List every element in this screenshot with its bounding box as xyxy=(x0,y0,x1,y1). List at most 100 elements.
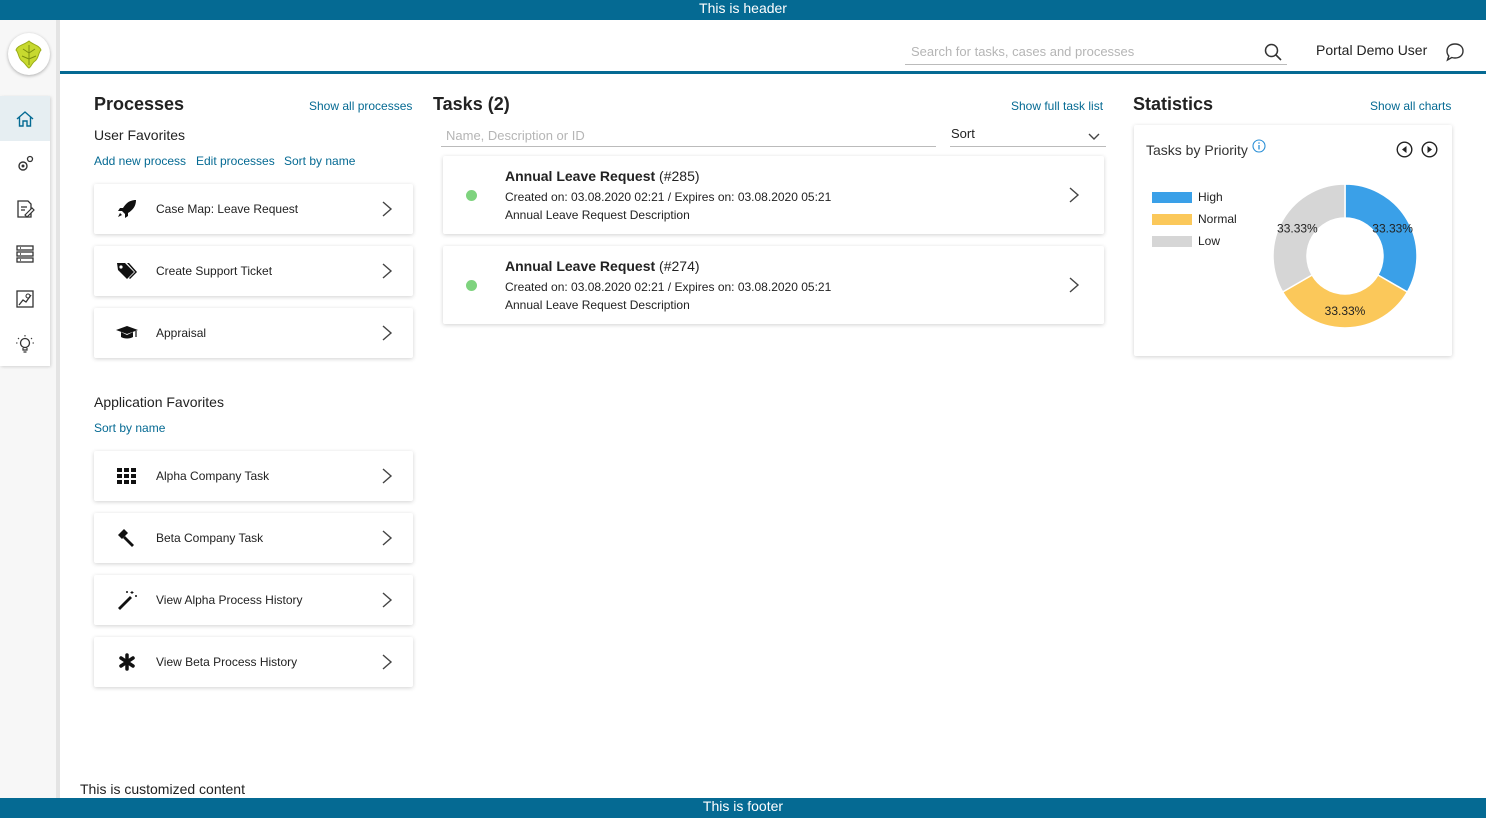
favorite-label: Alpha Company Task xyxy=(156,469,270,483)
favorite-label: View Beta Process History xyxy=(156,655,298,669)
task-description: Annual Leave Request Description xyxy=(505,208,690,222)
chevron-right-icon xyxy=(1069,187,1080,203)
processes-title: Processes xyxy=(94,94,185,114)
edit-processes-link[interactable]: Edit processes xyxy=(196,154,275,168)
sidebar-item-statistics[interactable] xyxy=(0,276,50,321)
sidebar-item-home[interactable] xyxy=(0,96,50,141)
chevron-right-icon xyxy=(382,468,393,484)
global-search-input[interactable] xyxy=(905,40,1245,62)
chevron-right-icon xyxy=(382,263,393,279)
donut-slice-normal[interactable] xyxy=(1281,273,1409,329)
home-icon xyxy=(16,110,34,127)
sidebar xyxy=(0,20,60,798)
sidebar-item-tasks[interactable] xyxy=(0,186,50,231)
application-favorite-item[interactable]: View Beta Process History xyxy=(94,637,413,687)
application-favorite-item[interactable]: View Alpha Process History xyxy=(94,575,413,625)
donut-data-label: 33.33% xyxy=(1372,222,1413,236)
chevron-right-icon xyxy=(382,325,393,341)
search-icon[interactable] xyxy=(1263,42,1283,62)
user-name[interactable]: Portal Demo User xyxy=(1316,42,1427,58)
task-title: Annual Leave Request (#274) xyxy=(505,258,700,274)
top-bar: Portal Demo User xyxy=(60,20,1486,74)
sort-by-name-link[interactable]: Sort by name xyxy=(284,154,355,168)
legend-swatch xyxy=(1152,192,1192,203)
donut-data-label: 33.33% xyxy=(1325,304,1366,318)
legend-label: High xyxy=(1198,190,1223,204)
user-favorite-item[interactable]: Appraisal xyxy=(94,308,413,358)
task-dates: Created on: 03.08.2020 02:21 / Expires o… xyxy=(505,190,832,204)
rocket-icon xyxy=(118,200,136,218)
next-chart-icon[interactable] xyxy=(1421,141,1438,158)
task-dates: Created on: 03.08.2020 02:21 / Expires o… xyxy=(505,280,832,294)
favorite-label: Case Map: Leave Request xyxy=(156,202,299,216)
task-state-indicator xyxy=(466,190,477,201)
task-sort-select[interactable]: Sort xyxy=(950,124,1106,147)
task-filter-input[interactable] xyxy=(441,124,936,147)
grid-icon xyxy=(117,468,136,484)
sidebar-nav xyxy=(0,96,50,366)
portal-logo[interactable] xyxy=(8,33,50,75)
tags-icon xyxy=(117,263,137,279)
add-new-process-link[interactable]: Add new process xyxy=(94,154,186,168)
donut-slice-low[interactable] xyxy=(1272,183,1346,294)
sidebar-item-processes[interactable] xyxy=(0,141,50,186)
chevron-right-icon xyxy=(382,592,393,608)
donut-chart: 33.33% 33.33% 33.33% xyxy=(1272,183,1418,329)
cases-icon xyxy=(16,244,34,263)
donut-data-label: 33.33% xyxy=(1277,222,1318,236)
legend-label: Low xyxy=(1198,234,1221,248)
show-all-charts-link[interactable]: Show all charts xyxy=(1370,99,1451,113)
sidebar-item-cases[interactable] xyxy=(0,231,50,276)
leaf-logo-icon xyxy=(15,40,42,69)
sort-label: Sort xyxy=(951,126,975,141)
chevron-right-icon xyxy=(382,201,393,217)
tasks-title: Tasks (2) xyxy=(433,94,510,114)
favorite-label: Beta Company Task xyxy=(156,531,264,545)
gavel-icon xyxy=(118,529,134,547)
favorite-label: Create Support Ticket xyxy=(156,264,273,278)
custom-content: This is customized content xyxy=(80,781,245,797)
task-id: (#274) xyxy=(659,258,700,274)
magic-wand-icon xyxy=(118,591,137,610)
chat-icon[interactable] xyxy=(1445,42,1465,62)
application-favorites-title: Application Favorites xyxy=(94,394,224,410)
user-favorite-item[interactable]: Case Map: Leave Request xyxy=(94,184,413,234)
header-banner: This is header xyxy=(0,0,1486,20)
chevron-right-icon xyxy=(382,530,393,546)
task-id: (#285) xyxy=(659,168,700,184)
info-icon[interactable] xyxy=(1252,139,1266,153)
sidebar-item-ideas[interactable] xyxy=(0,321,50,366)
task-state-indicator xyxy=(466,280,477,291)
task-name: Annual Leave Request xyxy=(505,258,656,274)
previous-chart-icon[interactable] xyxy=(1396,141,1413,158)
chevron-right-icon xyxy=(1069,277,1080,293)
task-description: Annual Leave Request Description xyxy=(505,298,690,312)
chart-card: Tasks by Priority High Normal Low 33.33%… xyxy=(1134,125,1452,356)
task-title: Annual Leave Request (#285) xyxy=(505,168,700,184)
user-favorites-title: User Favorites xyxy=(94,127,186,143)
statistics-icon xyxy=(16,289,34,308)
application-favorite-item[interactable]: Alpha Company Task xyxy=(94,451,413,501)
legend-swatch xyxy=(1152,236,1192,247)
user-favorite-item[interactable]: Create Support Ticket xyxy=(94,246,413,296)
chevron-down-icon xyxy=(1088,133,1100,140)
footer-banner: This is footer xyxy=(0,798,1486,818)
task-name: Annual Leave Request xyxy=(505,168,656,184)
task-item[interactable]: Annual Leave Request (#285) Created on: … xyxy=(443,156,1104,234)
app-sort-by-name-link[interactable]: Sort by name xyxy=(94,421,165,435)
show-full-task-list-link[interactable]: Show full task list xyxy=(1011,99,1103,113)
favorite-label: View Alpha Process History xyxy=(156,593,303,607)
show-all-processes-link[interactable]: Show all processes xyxy=(309,99,412,113)
processes-icon xyxy=(18,155,34,171)
asterisk-icon xyxy=(119,653,135,671)
statistics-title: Statistics xyxy=(1133,94,1214,114)
legend-swatch xyxy=(1152,214,1192,225)
global-search xyxy=(905,40,1287,65)
tasks-icon xyxy=(17,199,35,218)
graduation-cap-icon xyxy=(116,326,138,339)
favorite-label: Appraisal xyxy=(156,326,207,340)
task-item[interactable]: Annual Leave Request (#274) Created on: … xyxy=(443,246,1104,324)
chevron-right-icon xyxy=(382,654,393,670)
application-favorite-item[interactable]: Beta Company Task xyxy=(94,513,413,563)
donut-slice-high[interactable] xyxy=(1344,183,1418,294)
